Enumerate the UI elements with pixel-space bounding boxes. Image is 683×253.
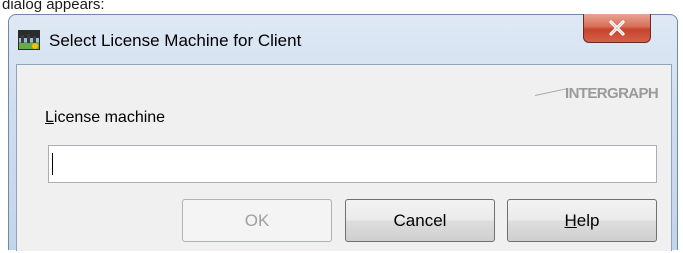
logo-text: INTERGRAPH — [565, 85, 659, 102]
license-machine-label: License machine — [45, 109, 165, 127]
ok-button[interactable]: OK — [182, 199, 332, 242]
close-button[interactable] — [583, 14, 651, 43]
dialog-client-area: INTERGRAPH License machine OK Cancel Hel… — [16, 64, 672, 251]
cancel-button[interactable]: Cancel — [345, 199, 495, 242]
logo-swoosh — [534, 87, 569, 96]
background-instruction-text: dialog appears: — [2, 0, 105, 13]
close-icon — [609, 20, 625, 36]
help-label: elp — [576, 210, 600, 230]
help-mnemonic: H — [564, 210, 577, 230]
dialog-title: Select License Machine for Client — [49, 31, 302, 50]
license-machine-input[interactable] — [48, 145, 657, 183]
application-icon — [18, 30, 40, 50]
text-caret — [52, 153, 53, 175]
dialog-window: Select License Machine for Client INTERG… — [8, 14, 678, 251]
label-mnemonic: L — [45, 109, 54, 126]
intergraph-logo: INTERGRAPH — [534, 81, 668, 107]
label-text: icense machine — [53, 109, 166, 126]
help-button[interactable]: Help — [507, 199, 657, 242]
